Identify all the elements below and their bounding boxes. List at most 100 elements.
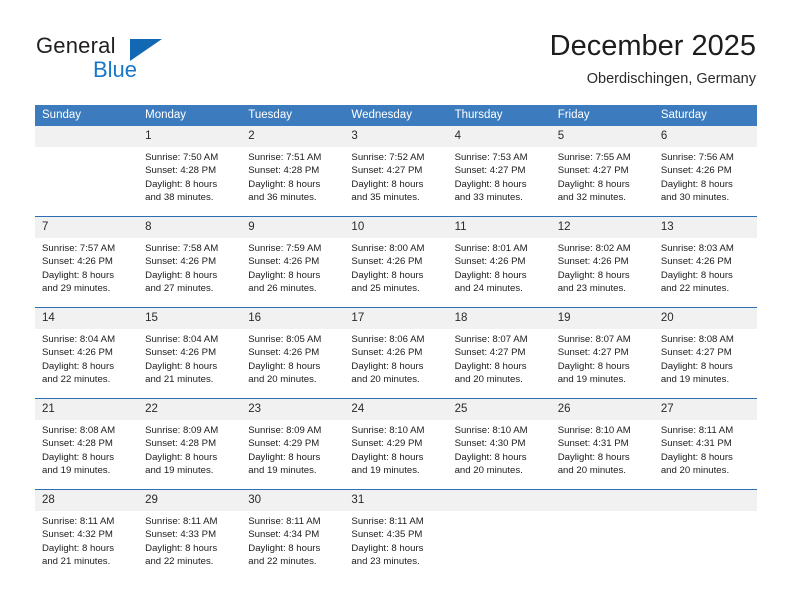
daylight-duration-line-1: Daylight: 8 hours (454, 178, 527, 190)
daylight-duration-line-2: and 30 minutes. (660, 192, 730, 204)
calendar-day-cell[interactable]: 16 Sunrise: 8:05 AM Sunset: 4:26 PM Dayligh… (241, 307, 345, 399)
calendar-day-cell[interactable]: 30 Sunrise: 8:11 AM Sunset: 4:34 PM Dayligh… (241, 489, 345, 580)
calendar-day-cell[interactable]: 22 Sunrise: 8:09 AM Sunset: 4:28 PM Dayligh… (138, 398, 242, 490)
day-sun-info: Sunrise: 7:53 AM Sunset: 4:27 PM Daylight:… (448, 147, 551, 205)
calendar-day-cell[interactable]: 7 Sunrise: 7:57 AM Sunset: 4:26 PM Daylight… (35, 216, 139, 308)
weekday-header-monday: Monday (138, 105, 242, 126)
day-number: 5 (550, 126, 654, 147)
day-number: 10 (344, 217, 448, 238)
daylight-duration-line-2: and 20 minutes. (557, 465, 626, 477)
day-number (653, 490, 757, 511)
day-sun-info: Sunrise: 8:10 AM Sunset: 4:30 PM Daylight:… (448, 420, 551, 478)
title-block: December 2025 Oberdischingen, Germany (550, 28, 756, 90)
day-sun-info: Sunrise: 8:10 AM Sunset: 4:31 PM Daylight:… (551, 420, 654, 478)
day-number (550, 490, 654, 511)
calendar-day-cell[interactable]: 12 Sunrise: 8:02 AM Sunset: 4:26 PM Dayligh… (550, 216, 654, 308)
sunrise-time: Sunrise: 8:04 AM (145, 334, 219, 345)
sunset-time: Sunset: 4:31 PM (557, 438, 629, 450)
daylight-duration-line-2: and 27 minutes. (145, 283, 214, 295)
day-number: 22 (138, 399, 242, 420)
sunset-time: Sunset: 4:27 PM (660, 347, 732, 359)
daylight-duration-line-1: Daylight: 8 hours (557, 451, 630, 463)
calendar-day-cell[interactable]: 5 Sunrise: 7:55 AM Sunset: 4:27 PM Daylight… (550, 126, 654, 217)
calendar-day-cell[interactable]: 18 Sunrise: 8:07 AM Sunset: 4:27 PM Dayligh… (447, 307, 551, 399)
day-number: 16 (241, 308, 345, 329)
calendar-day-cell[interactable]: 11 Sunrise: 8:01 AM Sunset: 4:26 PM Dayligh… (447, 216, 551, 308)
calendar-day-cell[interactable]: 2 Sunrise: 7:51 AM Sunset: 4:28 PM Daylight… (241, 126, 345, 217)
day-sun-info: Sunrise: 8:09 AM Sunset: 4:29 PM Daylight:… (241, 420, 344, 478)
calendar-day-cell[interactable]: 3 Sunrise: 7:52 AM Sunset: 4:27 PM Daylight… (344, 126, 448, 217)
day-sun-info: Sunrise: 7:56 AM Sunset: 4:26 PM Daylight:… (654, 147, 757, 205)
calendar-day-cell[interactable]: 17 Sunrise: 8:06 AM Sunset: 4:26 PM Dayligh… (344, 307, 448, 399)
daylight-duration-line-1: Daylight: 8 hours (557, 178, 630, 190)
calendar-day-cell[interactable]: 14 Sunrise: 8:04 AM Sunset: 4:26 PM Dayligh… (35, 307, 139, 399)
calendar-week-row: 21 Sunrise: 8:08 AM Sunset: 4:28 PM Dayligh… (35, 398, 757, 490)
day-number: 26 (550, 399, 654, 420)
day-sun-info: Sunrise: 8:05 AM Sunset: 4:26 PM Daylight:… (241, 329, 344, 387)
daylight-duration-line-1: Daylight: 8 hours (660, 360, 733, 372)
daylight-duration-line-2: and 23 minutes. (351, 556, 420, 568)
calendar-day-cell[interactable]: 13 Sunrise: 8:03 AM Sunset: 4:26 PM Dayligh… (653, 216, 757, 308)
calendar-day-cell[interactable]: 19 Sunrise: 8:07 AM Sunset: 4:27 PM Dayligh… (550, 307, 654, 399)
day-number: 25 (447, 399, 551, 420)
calendar-day-cell[interactable]: 20 Sunrise: 8:08 AM Sunset: 4:27 PM Dayligh… (653, 307, 757, 399)
daylight-duration-line-2: and 20 minutes. (351, 374, 420, 386)
day-sun-info: Sunrise: 8:04 AM Sunset: 4:26 PM Daylight:… (35, 329, 138, 387)
calendar-day-cell[interactable]: 4 Sunrise: 7:53 AM Sunset: 4:27 PM Daylight… (447, 126, 551, 217)
day-number (35, 126, 139, 147)
calendar-day-cell[interactable]: 15 Sunrise: 8:04 AM Sunset: 4:26 PM Dayligh… (138, 307, 242, 399)
general-blue-logo[interactable]: General Blue (36, 33, 246, 89)
day-sun-info: Sunrise: 8:01 AM Sunset: 4:26 PM Daylight:… (448, 238, 551, 296)
sunset-time: Sunset: 4:27 PM (454, 165, 526, 177)
daylight-duration-line-2: and 24 minutes. (454, 283, 523, 295)
calendar-day-cell[interactable]: 31 Sunrise: 8:11 AM Sunset: 4:35 PM Dayligh… (344, 489, 448, 580)
sunset-time: Sunset: 4:26 PM (557, 256, 629, 268)
sunrise-time: Sunrise: 8:01 AM (454, 243, 528, 254)
calendar-day-cell-empty (35, 126, 139, 217)
sunset-time: Sunset: 4:30 PM (454, 438, 526, 450)
daylight-duration-line-1: Daylight: 8 hours (454, 451, 527, 463)
daylight-duration-line-2: and 20 minutes. (248, 374, 317, 386)
calendar-day-cell[interactable]: 21 Sunrise: 8:08 AM Sunset: 4:28 PM Dayligh… (35, 398, 139, 490)
calendar-table: Sunday Monday Tuesday Wednesday Thursday… (35, 105, 757, 580)
daylight-duration-line-1: Daylight: 8 hours (351, 360, 424, 372)
calendar-day-cell-empty (447, 489, 551, 580)
day-number: 19 (550, 308, 654, 329)
sunrise-time: Sunrise: 8:02 AM (557, 243, 631, 254)
calendar-day-cell[interactable]: 29 Sunrise: 8:11 AM Sunset: 4:33 PM Dayligh… (138, 489, 242, 580)
calendar-day-cell[interactable]: 1 Sunrise: 7:50 AM Sunset: 4:28 PM Daylight… (138, 126, 242, 217)
day-number: 29 (138, 490, 242, 511)
calendar-day-cell[interactable]: 9 Sunrise: 7:59 AM Sunset: 4:26 PM Daylight… (241, 216, 345, 308)
daylight-duration-line-1: Daylight: 8 hours (454, 360, 527, 372)
logo-text-blue: Blue (93, 57, 138, 82)
day-sun-info: Sunrise: 8:11 AM Sunset: 4:33 PM Daylight:… (138, 511, 241, 569)
calendar-day-cell[interactable]: 6 Sunrise: 7:56 AM Sunset: 4:26 PM Daylight… (653, 126, 757, 217)
daylight-duration-line-1: Daylight: 8 hours (557, 360, 630, 372)
day-number: 20 (653, 308, 757, 329)
daylight-duration-line-2: and 33 minutes. (454, 192, 523, 204)
day-number: 28 (35, 490, 139, 511)
sunset-time: Sunset: 4:26 PM (660, 165, 732, 177)
sunrise-time: Sunrise: 7:59 AM (248, 243, 322, 254)
calendar-day-cell[interactable]: 27 Sunrise: 8:11 AM Sunset: 4:31 PM Dayligh… (653, 398, 757, 490)
day-number: 21 (35, 399, 139, 420)
daylight-duration-line-1: Daylight: 8 hours (42, 360, 114, 372)
daylight-duration-line-2: and 22 minutes. (145, 556, 214, 568)
sunset-time: Sunset: 4:28 PM (145, 165, 217, 177)
day-number: 3 (344, 126, 448, 147)
calendar-day-cell[interactable]: 25 Sunrise: 8:10 AM Sunset: 4:30 PM Dayligh… (447, 398, 551, 490)
day-sun-info: Sunrise: 8:00 AM Sunset: 4:26 PM Daylight:… (344, 238, 447, 296)
day-number: 30 (241, 490, 345, 511)
daylight-duration-line-2: and 35 minutes. (351, 192, 420, 204)
sunrise-time: Sunrise: 8:04 AM (42, 334, 116, 345)
daylight-duration-line-2: and 29 minutes. (42, 283, 111, 295)
sunset-time: Sunset: 4:29 PM (248, 438, 320, 450)
calendar-day-cell[interactable]: 24 Sunrise: 8:10 AM Sunset: 4:29 PM Dayligh… (344, 398, 448, 490)
calendar-day-cell[interactable]: 10 Sunrise: 8:00 AM Sunset: 4:26 PM Dayligh… (344, 216, 448, 308)
sunset-time: Sunset: 4:32 PM (42, 529, 113, 541)
calendar-day-cell[interactable]: 8 Sunrise: 7:58 AM Sunset: 4:26 PM Daylight… (138, 216, 242, 308)
calendar-day-cell[interactable]: 26 Sunrise: 8:10 AM Sunset: 4:31 PM Dayligh… (550, 398, 654, 490)
calendar-day-cell[interactable]: 28 Sunrise: 8:11 AM Sunset: 4:32 PM Dayligh… (35, 489, 139, 580)
calendar-day-cell[interactable]: 23 Sunrise: 8:09 AM Sunset: 4:29 PM Dayligh… (241, 398, 345, 490)
day-number: 31 (344, 490, 448, 511)
